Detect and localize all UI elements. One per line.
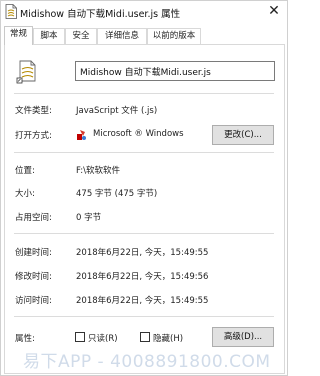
file-type-value: JavaScript 文件 (.js) <box>76 106 158 116</box>
separator <box>14 152 274 153</box>
window-title: Midishow 自动下载Midi.user.js 属性 <box>20 9 181 20</box>
script-file-icon <box>5 4 17 19</box>
windows-script-host-icon <box>77 130 86 140</box>
hidden-checkbox[interactable] <box>140 332 150 342</box>
close-button[interactable]: ✕ <box>265 4 283 19</box>
tab-script[interactable]: 脚本 <box>33 28 65 44</box>
file-type-label: 文件类型: <box>15 106 52 116</box>
modified-label: 修改时间: <box>15 272 52 282</box>
separator <box>14 316 274 317</box>
properties-dialog: Midishow 自动下载Midi.user.js 属性 ✕ 常规 脚本 安全 … <box>0 0 288 376</box>
readonly-label[interactable]: 只读(R) <box>88 332 118 344</box>
size-label: 大小: <box>15 189 35 199</box>
tab-details[interactable]: 详细信息 <box>97 28 147 44</box>
title-bar: Midishow 自动下载Midi.user.js 属性 ✕ <box>1 1 287 23</box>
attributes-label: 属性: <box>15 334 35 344</box>
separator <box>14 233 274 234</box>
tab-previous-versions[interactable]: 以前的版本 <box>147 28 201 44</box>
disk-size-value: 0 字节 <box>76 213 102 223</box>
open-with-value: Microsoft ® Windows <box>93 129 184 139</box>
hidden-label[interactable]: 隐藏(H) <box>153 332 183 344</box>
file-name-field[interactable]: Midishow 自动下载Midi.user.js <box>75 61 275 81</box>
created-value: 2018年6月22日, 今天，15:49:55 <box>76 248 209 258</box>
advanced-button[interactable]: 高级(D)... <box>212 327 274 347</box>
size-value: 475 字节 (475 字节) <box>76 189 158 199</box>
tab-bar: 常规 脚本 安全 详细信息 以前的版本 <box>4 26 284 45</box>
location-value: F:\软软软件 <box>76 166 120 176</box>
readonly-checkbox[interactable] <box>75 332 85 342</box>
open-with-label: 打开方式: <box>15 131 52 141</box>
tab-general[interactable]: 常规 <box>4 26 33 45</box>
accessed-label: 访问时间: <box>15 296 52 306</box>
separator <box>14 93 274 94</box>
accessed-value: 2018年6月22日, 今天，15:49:55 <box>76 296 209 306</box>
tab-security[interactable]: 安全 <box>65 28 97 44</box>
modified-value: 2018年6月22日, 今天，15:49:56 <box>76 272 209 282</box>
location-label: 位置: <box>15 166 35 176</box>
script-file-icon <box>16 60 36 84</box>
watermark: 易下APP - 4008891800.COM <box>23 352 271 372</box>
created-label: 创建时间: <box>15 248 52 258</box>
disk-size-label: 占用空间: <box>15 213 52 223</box>
change-button[interactable]: 更改(C)... <box>212 125 274 145</box>
